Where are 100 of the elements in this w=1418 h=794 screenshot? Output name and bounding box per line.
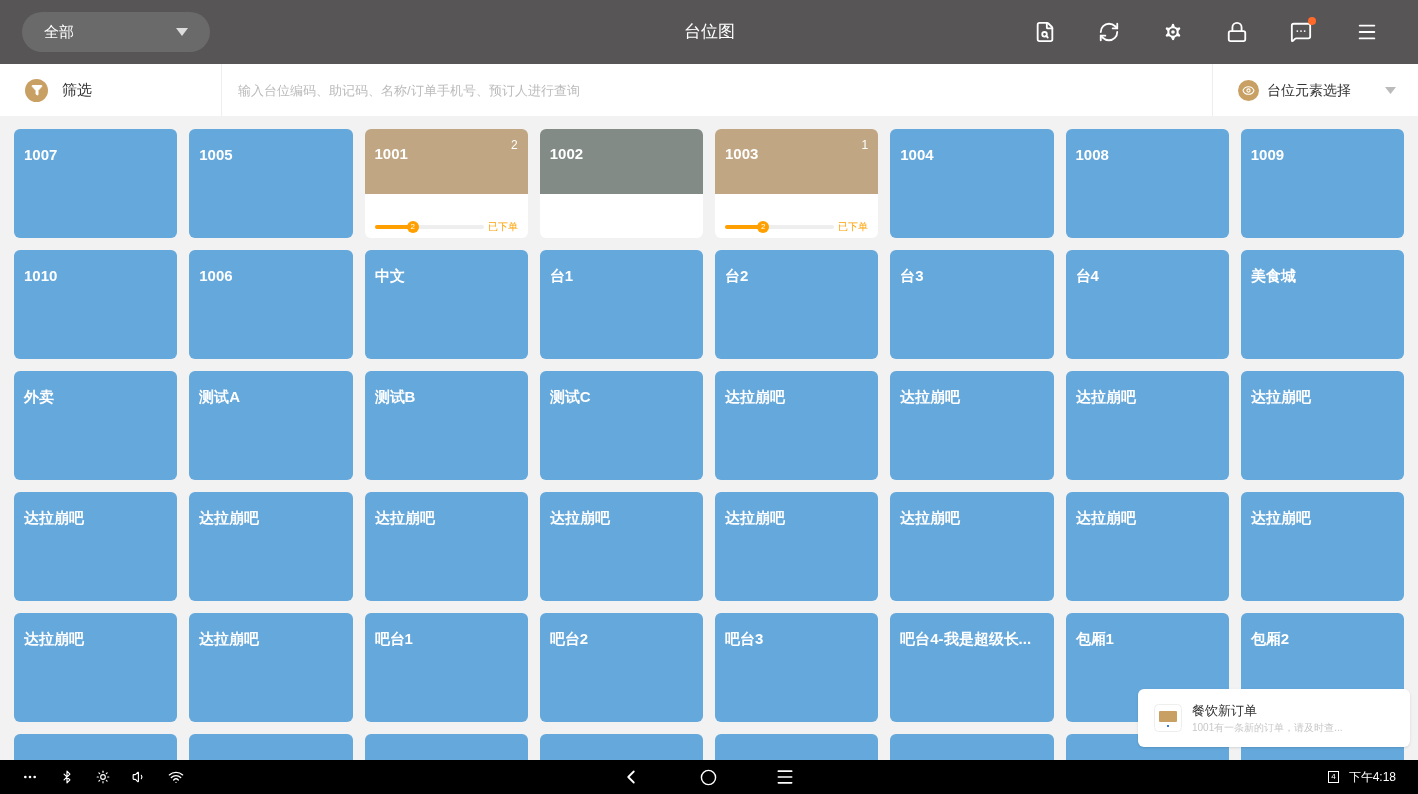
table-tile[interactable]: 1003 1 2 已下单 bbox=[715, 129, 879, 238]
table-tile[interactable]: 吧台1 bbox=[364, 613, 528, 722]
table-name: 吧台2 bbox=[549, 630, 589, 647]
table-name: 1007 bbox=[24, 146, 58, 163]
table-name: 测试C bbox=[549, 388, 591, 405]
table-tile[interactable]: 达拉崩吧 bbox=[1240, 371, 1404, 480]
table-tile[interactable]: 1008 bbox=[1065, 129, 1229, 238]
table-tile[interactable]: 测试C bbox=[539, 371, 703, 480]
caret-icon bbox=[1385, 86, 1396, 94]
element-select-dropdown[interactable]: 台位元素选择 bbox=[1212, 64, 1418, 116]
table-name: 达拉崩吧 bbox=[900, 509, 961, 526]
table-tile[interactable]: 台4 bbox=[1065, 250, 1229, 359]
table-name: 包厢1 bbox=[1075, 630, 1114, 647]
table-tile[interactable]: 1007 bbox=[14, 129, 178, 238]
table-tile[interactable]: 1004 bbox=[890, 129, 1054, 238]
table-tile[interactable]: 达拉崩吧 bbox=[364, 492, 528, 601]
table-name: 测试B bbox=[374, 388, 416, 405]
table-name: 达拉崩吧 bbox=[24, 509, 84, 526]
table-tile[interactable]: 1002 bbox=[539, 129, 703, 238]
table-tile[interactable]: 达拉崩吧 bbox=[715, 492, 879, 601]
table-name: 达拉崩吧 bbox=[1075, 509, 1136, 526]
page-title: 台位图 bbox=[683, 21, 735, 44]
guest-count: 1 bbox=[861, 137, 869, 154]
table-name: 吧台4-我是超级长... bbox=[900, 630, 1032, 647]
table-tile[interactable]: 达拉崩吧 bbox=[715, 371, 879, 480]
table-name: 达拉崩吧 bbox=[199, 509, 260, 526]
table-name: 达拉崩吧 bbox=[199, 630, 260, 647]
table-name: 测试A bbox=[199, 388, 241, 405]
table-name: 外卖 bbox=[24, 388, 54, 405]
search-field[interactable]: 输入台位编码、助记码、名称/订单手机号、预订人进行查询 bbox=[222, 64, 1212, 116]
home-icon[interactable] bbox=[700, 768, 717, 786]
refresh-icon[interactable] bbox=[1098, 21, 1120, 43]
table-name: 达拉崩吧 bbox=[725, 509, 785, 526]
table-tile[interactable]: 1006 bbox=[189, 250, 353, 359]
table-tile[interactable]: 测试A bbox=[189, 371, 353, 480]
table-name: 达拉崩吧 bbox=[1250, 509, 1311, 526]
progress-thumb: 2 bbox=[406, 220, 419, 233]
caret-icon bbox=[176, 28, 188, 36]
settings-icon[interactable] bbox=[1162, 21, 1184, 43]
table-tile[interactable]: 1009 bbox=[1240, 129, 1404, 238]
table-tile[interactable]: 台1 bbox=[539, 250, 703, 359]
table-name: 吧台1 bbox=[374, 630, 413, 647]
table-name: 达拉崩吧 bbox=[1250, 388, 1311, 405]
table-name: 1001 bbox=[374, 144, 408, 164]
eye-icon bbox=[1238, 79, 1259, 101]
table-name: 1006 bbox=[199, 267, 233, 284]
table-name: 吧台3 bbox=[725, 630, 764, 647]
table-name: 达拉崩吧 bbox=[725, 388, 785, 405]
search-icon[interactable] bbox=[1034, 21, 1056, 43]
table-tile[interactable]: 达拉崩吧 bbox=[539, 492, 703, 601]
clock: 下午4:18 bbox=[1348, 769, 1396, 786]
table-name: 中文 bbox=[374, 267, 405, 284]
table-tile[interactable]: 中文 bbox=[364, 250, 528, 359]
table-name: 1002 bbox=[549, 144, 584, 164]
table-name: 达拉崩吧 bbox=[24, 630, 84, 647]
table-tile[interactable]: 达拉崩吧 bbox=[890, 371, 1054, 480]
table-name: 达拉崩吧 bbox=[1075, 388, 1136, 405]
table-tile[interactable]: 1001 2 2 已下单 bbox=[364, 129, 528, 238]
table-tile[interactable]: 吧台4-我是超级长... bbox=[890, 613, 1054, 722]
table-tile[interactable]: 1005 bbox=[189, 129, 353, 238]
recent-apps-icon[interactable] bbox=[775, 767, 795, 787]
table-tile[interactable]: 台2 bbox=[715, 250, 879, 359]
table-name: 达拉崩吧 bbox=[374, 509, 435, 526]
table-name: 1010 bbox=[24, 267, 58, 284]
area-dropdown[interactable]: 全部 bbox=[22, 12, 210, 52]
table-name: 台4 bbox=[1075, 267, 1099, 284]
table-tile[interactable]: 测试B bbox=[364, 371, 528, 480]
table-tile[interactable]: 达拉崩吧 bbox=[890, 492, 1054, 601]
notification-badge: 4 bbox=[1328, 771, 1339, 783]
progress-thumb: 2 bbox=[757, 220, 770, 233]
table-name: 台3 bbox=[900, 267, 924, 284]
filter-button[interactable]: 筛选 bbox=[0, 64, 222, 116]
table-name: 台1 bbox=[549, 267, 574, 284]
filter-icon bbox=[25, 78, 48, 102]
table-tile[interactable]: 达拉崩吧 bbox=[14, 492, 178, 601]
order-status: 已下单 bbox=[838, 220, 869, 234]
notification-app-icon bbox=[1154, 704, 1182, 732]
table-name: 达拉崩吧 bbox=[549, 509, 610, 526]
table-tile[interactable]: 1010 bbox=[14, 250, 178, 359]
wifi-icon[interactable] bbox=[168, 769, 184, 785]
table-name: 1003 bbox=[725, 144, 759, 164]
table-tile[interactable]: 美食城 bbox=[1240, 250, 1404, 359]
table-tile[interactable]: 达拉崩吧 bbox=[1065, 492, 1229, 601]
table-tile[interactable]: 达拉崩吧 bbox=[189, 492, 353, 601]
table-tile[interactable]: 达拉崩吧 bbox=[189, 613, 353, 722]
table-name: 美食城 bbox=[1250, 267, 1296, 284]
table-name: 1009 bbox=[1250, 146, 1285, 163]
brightness-icon[interactable] bbox=[96, 770, 110, 784]
lock-icon[interactable] bbox=[1226, 21, 1248, 43]
table-name: 1008 bbox=[1075, 146, 1109, 163]
table-name: 1004 bbox=[900, 146, 934, 163]
guest-count: 2 bbox=[511, 137, 518, 154]
table-tile[interactable]: 台3 bbox=[890, 250, 1054, 359]
table-tile[interactable]: 吧台2 bbox=[539, 613, 703, 722]
table-tile[interactable]: 达拉崩吧 bbox=[1240, 492, 1404, 601]
table-tile[interactable]: 外卖 bbox=[14, 371, 178, 480]
table-name: 1005 bbox=[199, 146, 233, 163]
table-tile[interactable]: 吧台3 bbox=[715, 613, 879, 722]
table-tile[interactable]: 达拉崩吧 bbox=[1065, 371, 1229, 480]
table-tile[interactable]: 达拉崩吧 bbox=[14, 613, 178, 722]
